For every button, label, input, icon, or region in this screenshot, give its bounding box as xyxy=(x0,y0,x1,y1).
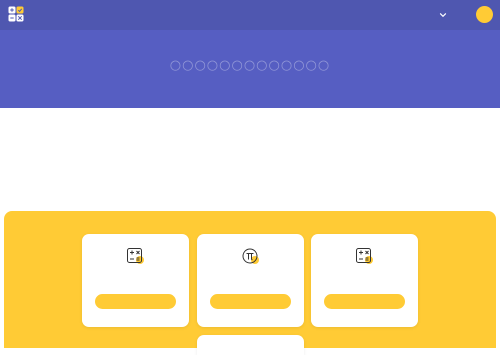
top-navigation-bar xyxy=(0,0,500,30)
hero-banner: ○○○○○○○○○○○○○ xyxy=(0,30,500,108)
calculator-grid-icon[interactable] xyxy=(8,6,24,22)
card-action-button[interactable] xyxy=(324,294,405,309)
tool-card[interactable] xyxy=(311,234,418,327)
tool-card[interactable] xyxy=(82,234,189,327)
calculator-icon xyxy=(356,248,373,264)
tools-section xyxy=(4,211,496,355)
tool-card[interactable] xyxy=(197,335,304,355)
card-action-button[interactable] xyxy=(210,294,291,309)
calculator-icon xyxy=(127,248,144,264)
hero-title: ○○○○○○○○○○○○○ xyxy=(169,58,331,73)
pi-icon xyxy=(242,248,259,264)
tool-card[interactable] xyxy=(197,234,304,327)
user-avatar[interactable] xyxy=(476,6,493,23)
card-action-button[interactable] xyxy=(95,294,176,309)
chevron-down-icon[interactable] xyxy=(438,10,448,20)
